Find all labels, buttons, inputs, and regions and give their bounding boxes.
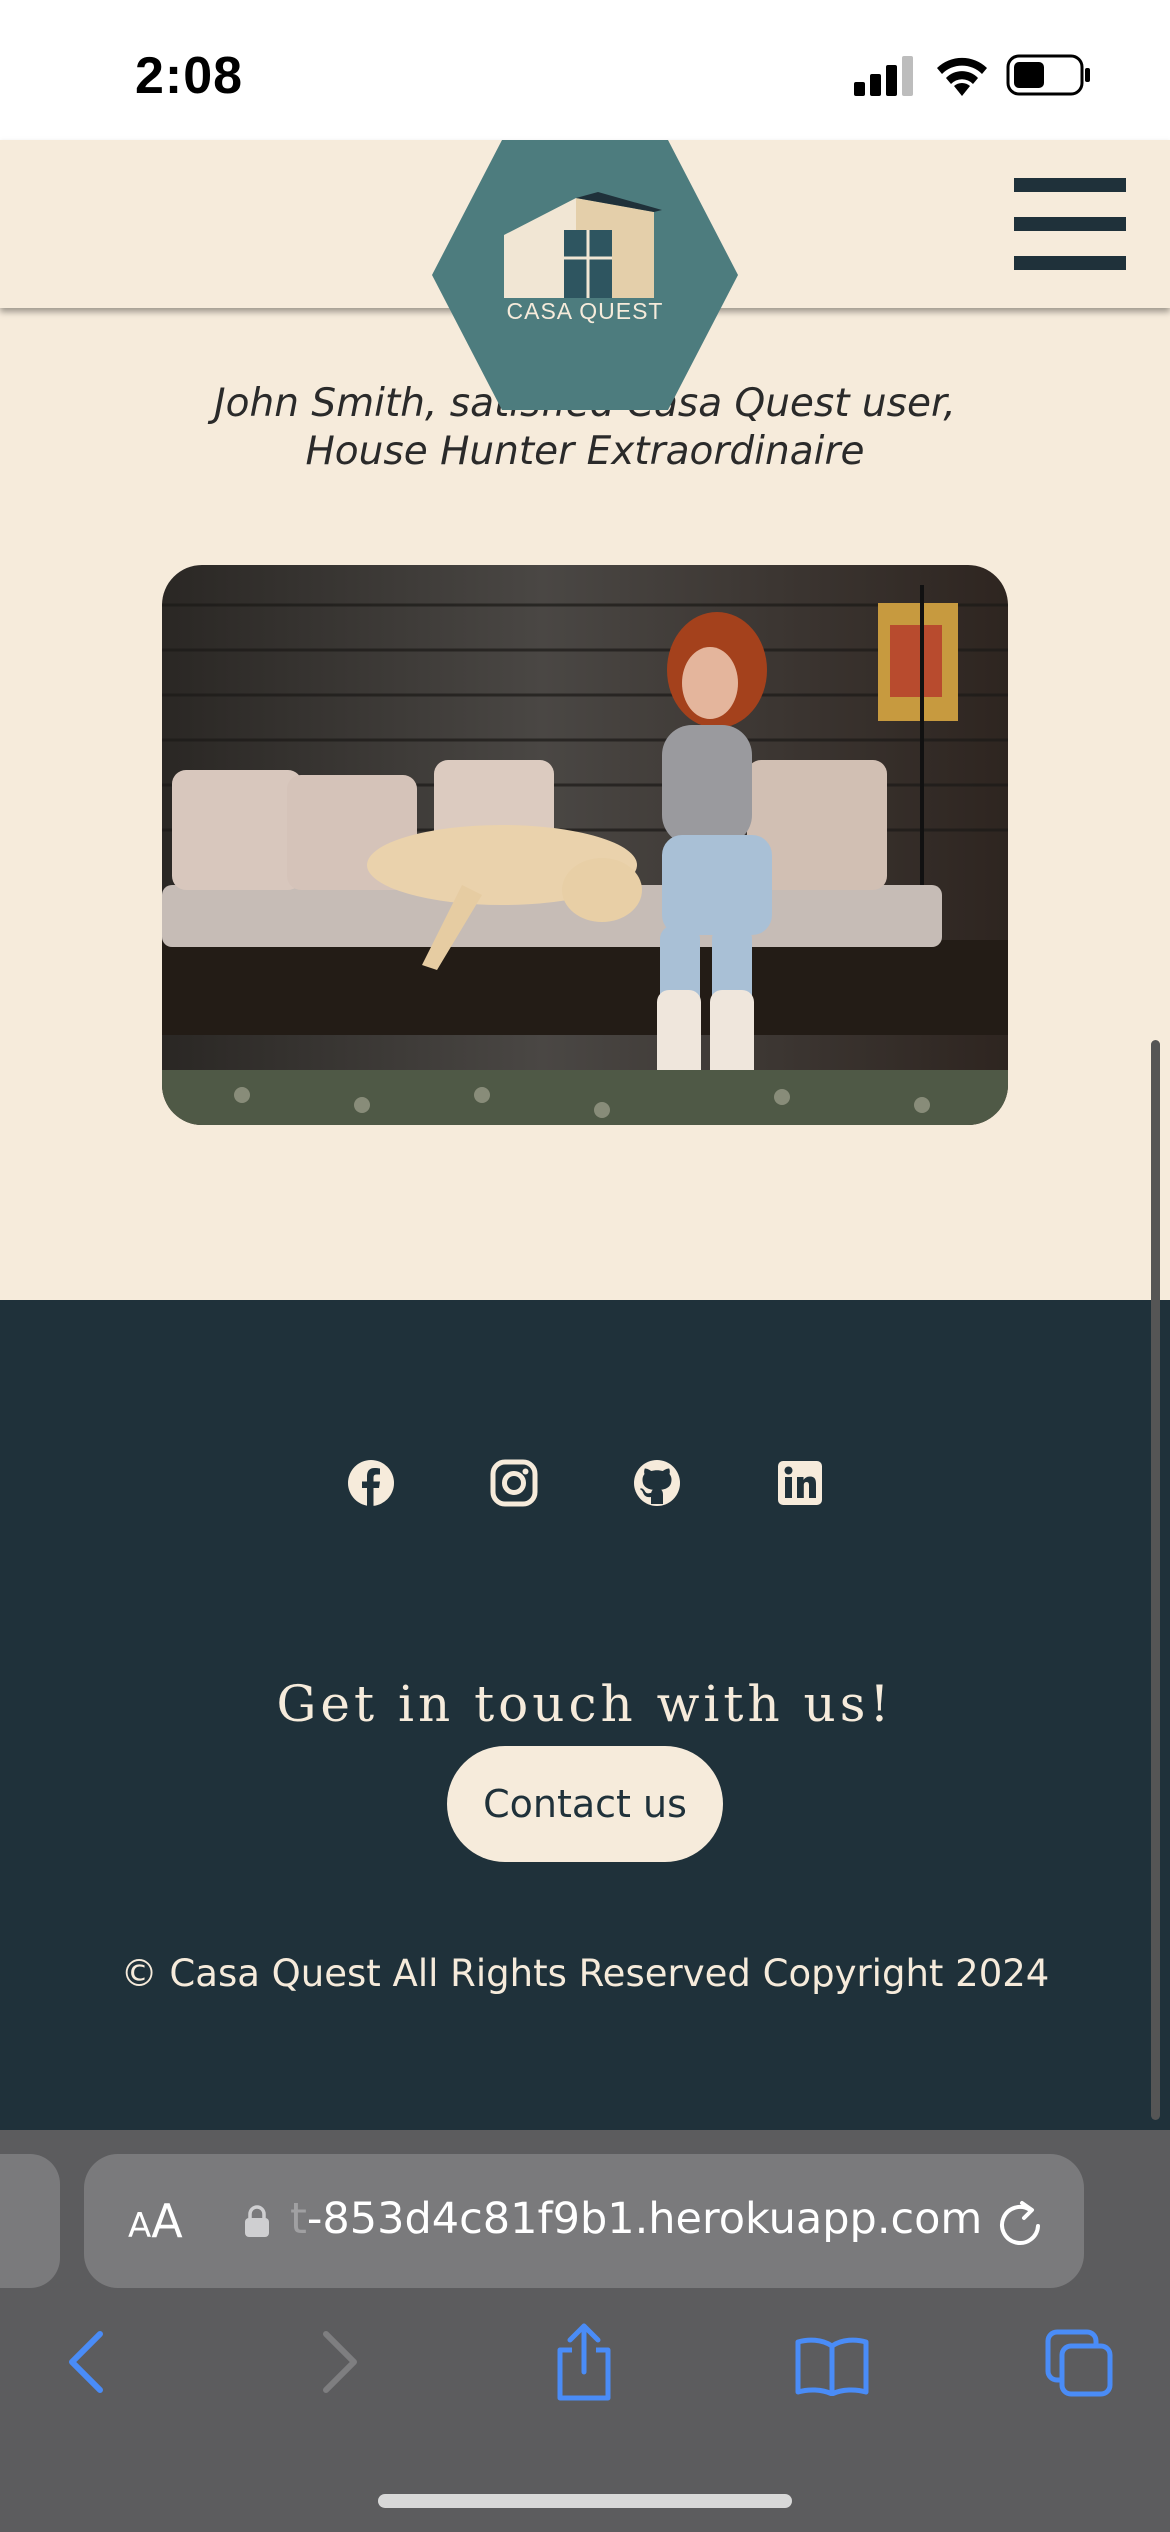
- testimonial-author-title: House Hunter Extraordinaire: [305, 429, 865, 474]
- back-icon[interactable]: [64, 2330, 108, 2394]
- casa-quest-logo[interactable]: CASA QUEST: [432, 140, 738, 410]
- logo-hexagon-icon: [432, 140, 738, 410]
- home-indicator[interactable]: [378, 2494, 792, 2508]
- lock-icon: [245, 2205, 269, 2237]
- previous-tab-preview[interactable]: [0, 2154, 60, 2288]
- share-icon[interactable]: [552, 2322, 616, 2402]
- footer-heading: Get in touch with us!: [276, 1675, 894, 1733]
- status-time: 2:08: [135, 47, 244, 105]
- text-size-button[interactable]: AA: [128, 2194, 183, 2248]
- forward-icon[interactable]: [318, 2330, 362, 2394]
- browser-toolbar: AA t-853d4c81f9b1.herokuapp.com: [0, 2130, 1170, 2532]
- linkedin-icon[interactable]: [775, 1458, 825, 1508]
- github-icon[interactable]: [632, 1458, 682, 1508]
- contact-us-button[interactable]: Contact us: [447, 1746, 723, 1862]
- hamburger-menu-icon[interactable]: [1014, 178, 1126, 270]
- url-text-main: -853d4c81f9b1.herokuapp.com: [306, 2194, 983, 2244]
- address-bar[interactable]: AA t-853d4c81f9b1.herokuapp.com: [84, 2154, 1084, 2288]
- facebook-icon[interactable]: [346, 1458, 396, 1508]
- signal-icon: [854, 56, 913, 96]
- wifi-icon: [937, 57, 987, 96]
- logo-text: CASA QUEST: [506, 298, 664, 324]
- instagram-icon[interactable]: [489, 1458, 539, 1508]
- battery-icon: [1006, 54, 1090, 96]
- url-text-faded: t: [290, 2194, 307, 2244]
- status-bar: 2:08: [0, 0, 1170, 140]
- page-scrollbar[interactable]: [1151, 1040, 1160, 2120]
- bookmarks-icon[interactable]: [794, 2336, 870, 2396]
- testimonial-photo: [162, 565, 1008, 1125]
- copyright-text: © Casa Quest All Rights Reserved Copyrig…: [120, 1952, 1050, 1995]
- tabs-icon[interactable]: [1044, 2328, 1114, 2398]
- site-footer: Get in touch with us! Contact us © Casa …: [0, 1300, 1170, 2130]
- url-text: t-853d4c81f9b1.herokuapp.com: [290, 2194, 982, 2244]
- reload-icon[interactable]: [996, 2198, 1044, 2248]
